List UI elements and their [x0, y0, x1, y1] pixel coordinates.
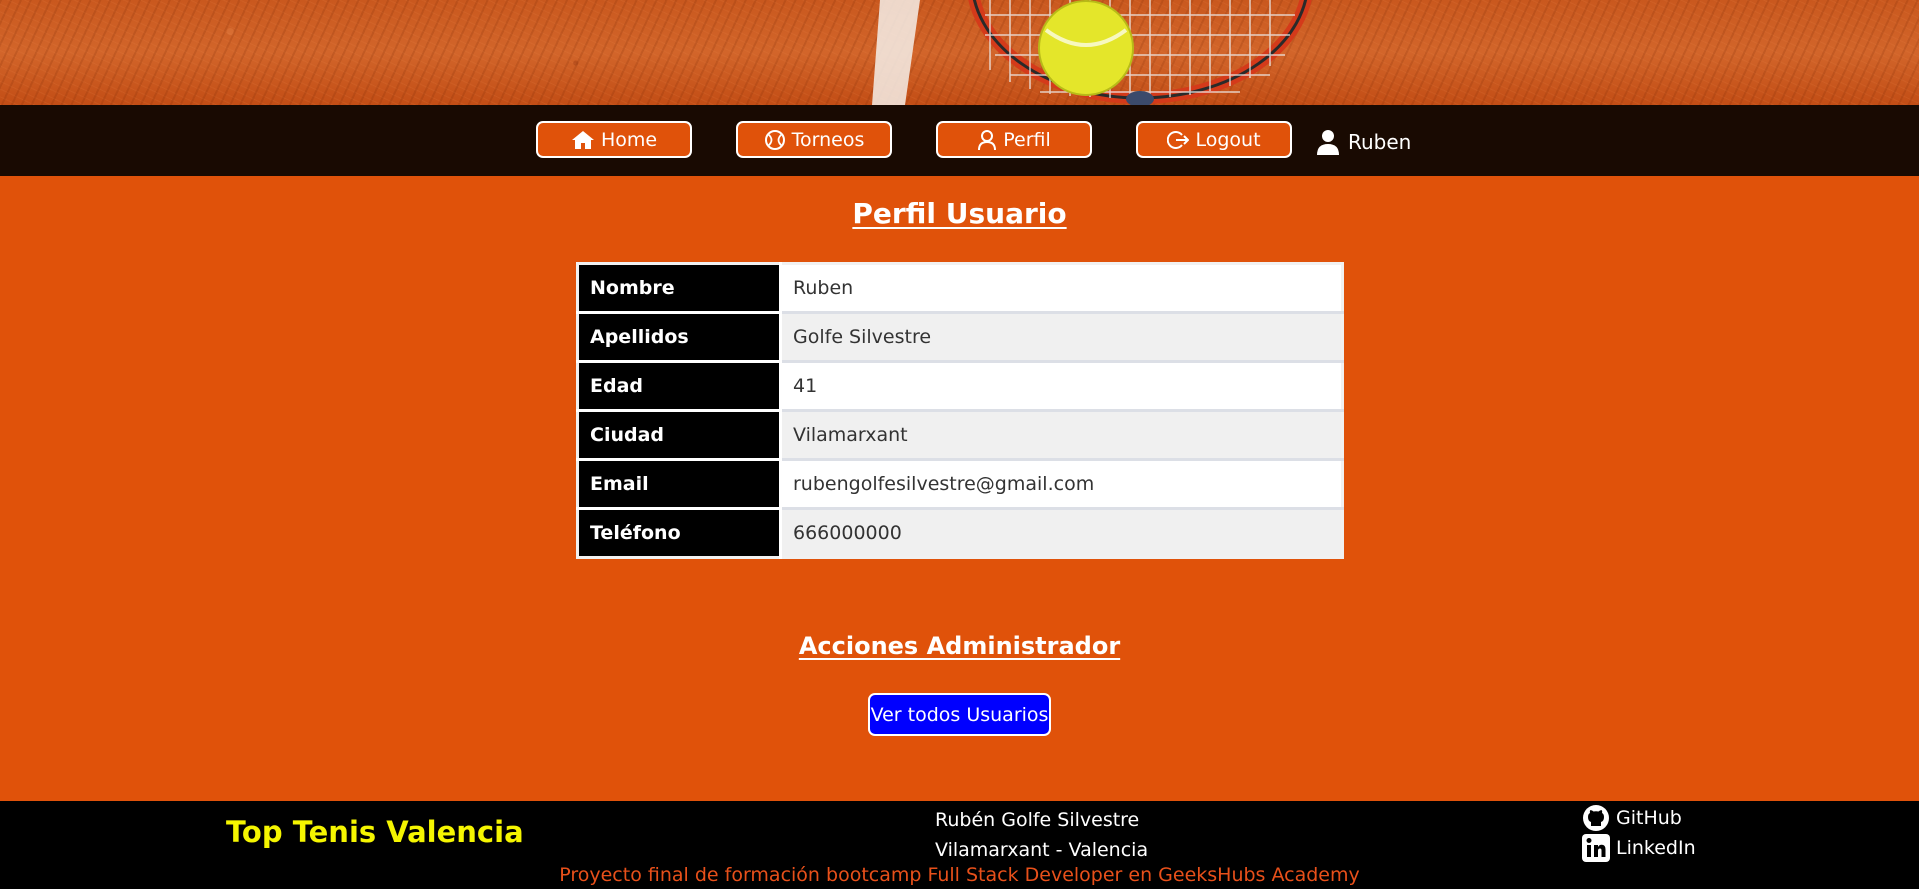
table-row: Ciudad Vilamarxant [577, 409, 1343, 460]
row-value: 666000000 [780, 507, 1343, 558]
github-icon [1582, 804, 1610, 832]
row-value: 41 [780, 360, 1343, 411]
perfil-button[interactable]: Perfil [936, 121, 1092, 158]
profile-title: Perfil Usuario [852, 197, 1067, 230]
logout-label: Logout [1195, 128, 1261, 151]
house-icon [571, 130, 595, 150]
row-label: Nombre [577, 263, 782, 313]
view-all-users-button[interactable]: Ver todos Usuarios [868, 693, 1051, 736]
home-label: Home [600, 128, 658, 151]
torneos-button[interactable]: Torneos [736, 121, 892, 158]
row-label: Ciudad [577, 409, 782, 460]
row-label: Edad [577, 360, 782, 411]
header-banner [0, 0, 1919, 105]
project-credits: Proyecto final de formación bootcamp Ful… [559, 864, 1360, 886]
user-name: Ruben [1348, 130, 1412, 154]
table-row: Apellidos Golfe Silvestre [577, 311, 1343, 362]
logout-button[interactable]: Logout [1136, 121, 1292, 158]
github-link[interactable]: GitHub [1582, 804, 1682, 832]
linkedin-label: LinkedIn [1616, 837, 1696, 859]
author-info: Rubén Golfe Silvestre Vilamarxant - Vale… [935, 805, 1148, 865]
table-row: Edad 41 [577, 360, 1343, 411]
table-row: Teléfono 666000000 [577, 507, 1343, 558]
home-button[interactable]: Home [536, 121, 692, 158]
row-label: Email [577, 458, 782, 509]
author-location: Vilamarxant - Valencia [935, 839, 1149, 861]
admin-actions-title: Acciones Administrador [798, 632, 1121, 660]
table-row: Nombre Ruben [577, 263, 1343, 313]
logout-icon [1167, 129, 1190, 151]
linkedin-link[interactable]: LinkedIn [1582, 834, 1696, 862]
torneos-label: Torneos [791, 128, 865, 151]
github-label: GitHub [1616, 807, 1682, 829]
author-name: Rubén Golfe Silvestre [935, 809, 1140, 831]
user-icon [1316, 129, 1340, 155]
footer: Top Tenis Valencia Rubén Golfe Silvestre… [0, 801, 1919, 889]
row-label: Teléfono [577, 507, 782, 558]
row-value: Vilamarxant [780, 409, 1343, 460]
row-value: Golfe Silvestre [780, 311, 1343, 362]
row-value: Ruben [780, 263, 1343, 313]
tennis-banner-image [872, 0, 1312, 105]
tennis-ball-icon [764, 129, 786, 151]
linkedin-icon [1582, 834, 1610, 862]
navbar: Home Torneos Perfil Logout Ruben [0, 105, 1919, 176]
row-label: Apellidos [577, 311, 782, 362]
row-value: rubengolfesilvestre@gmail.com [780, 458, 1343, 509]
brand-name: Top Tenis Valencia [226, 815, 524, 849]
current-user: Ruben [1316, 127, 1411, 157]
table-row: Email rubengolfesilvestre@gmail.com [577, 458, 1343, 509]
profile-table: Nombre Ruben Apellidos Golfe Silvestre E… [576, 262, 1344, 559]
perfil-label: Perfil [1003, 128, 1051, 151]
person-icon [977, 129, 997, 151]
